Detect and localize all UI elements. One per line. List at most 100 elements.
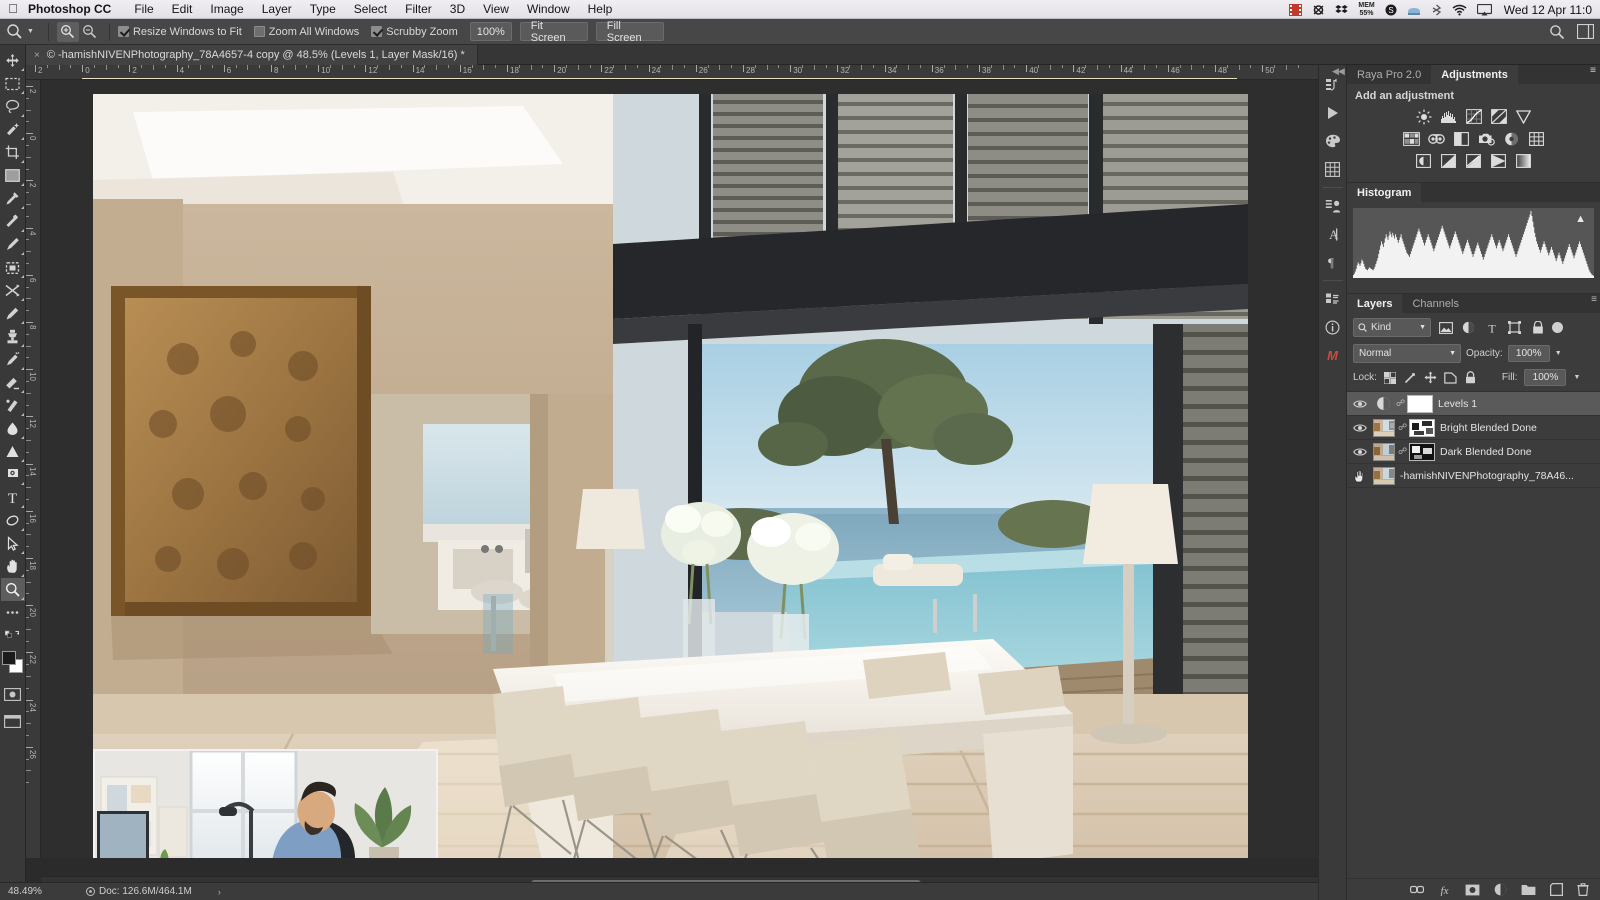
app-icon[interactable] (1312, 4, 1325, 16)
opacity-field[interactable]: 100% (1507, 345, 1550, 362)
menu-window[interactable]: Window (518, 0, 579, 19)
dropbox-icon[interactable] (1335, 4, 1348, 16)
filter-smart-object-icon[interactable] (1529, 319, 1546, 336)
airplay-icon[interactable] (1476, 3, 1492, 16)
menu-bar-clock[interactable]: Wed 12 Apr 11:0 (1502, 3, 1596, 17)
menu-edit[interactable]: Edit (163, 0, 202, 19)
scrubby-zoom-option[interactable]: Scrubby Zoom (371, 26, 458, 38)
apple-menu-icon[interactable]:  (0, 2, 26, 17)
layer-name[interactable]: Dark Blended Done (1440, 446, 1532, 458)
canvas-area[interactable] (41, 80, 1318, 858)
channel-mixer-icon[interactable] (1502, 130, 1521, 147)
crop-tool[interactable] (1, 141, 25, 164)
color-balance-icon[interactable] (1427, 130, 1446, 147)
new-adjustment-layer-icon[interactable] (1494, 883, 1507, 896)
opacity-stepper-icon[interactable]: ▼ (1555, 350, 1562, 357)
fit-screen-button[interactable]: Fit Screen (519, 20, 588, 44)
new-layer-icon[interactable] (1550, 883, 1563, 896)
gradient-map-icon[interactable] (1514, 152, 1533, 169)
photo-filter-icon[interactable] (1477, 130, 1496, 147)
foreground-color-swatch[interactable] (1, 651, 16, 665)
gradient-tool[interactable] (1, 394, 25, 417)
resize-windows-checkbox[interactable] (117, 26, 129, 37)
zoom-in-button[interactable] (56, 21, 79, 42)
chevron-down-icon[interactable]: ▼ (1419, 324, 1426, 331)
menu-type[interactable]: Type (301, 0, 345, 19)
eraser-tool[interactable] (1, 371, 25, 394)
close-icon[interactable]: × (34, 50, 40, 61)
filter-type-icon[interactable]: T (1483, 319, 1500, 336)
menu-view[interactable]: View (474, 0, 518, 19)
lock-image-pixels-icon[interactable] (1404, 371, 1417, 384)
quick-mask-button[interactable] (1, 683, 25, 706)
zoom-tool[interactable] (0, 578, 25, 601)
curves-icon[interactable] (1464, 108, 1483, 125)
rectangular-marquee-tool[interactable] (1, 72, 25, 95)
chevron-down-icon[interactable]: ▼ (1449, 350, 1456, 357)
shuffle-tool[interactable] (1, 279, 25, 302)
vibrance-icon[interactable] (1514, 108, 1533, 125)
table-row[interactable]: ☍ Dark Blended Done (1347, 440, 1600, 464)
add-layer-style-icon[interactable]: fx (1438, 883, 1451, 896)
filter-enable-toggle[interactable] (1552, 322, 1563, 333)
zoom-100-button[interactable]: 100% (469, 22, 512, 41)
layer-thumbnails[interactable]: ☍ (1373, 418, 1435, 437)
lock-transparent-pixels-icon[interactable] (1384, 371, 1397, 384)
menu-app-name[interactable]: Photoshop CC (26, 0, 125, 19)
horizontal-ruler[interactable]: 2 0 2 4 6 8 10 12 14 16 18 20 22 24 26 28 30 32 34 36 38 40 42… (26, 65, 1318, 80)
table-row[interactable]: ☍ Levels 1 (1347, 392, 1600, 416)
layer-visibility-toggle[interactable] (1352, 399, 1368, 409)
paintbrush-tool[interactable] (1, 302, 25, 325)
layer-mask-thumbnail[interactable] (1409, 442, 1435, 461)
type-tool[interactable]: T (1, 486, 25, 509)
spot-healing-brush-tool[interactable] (1, 210, 25, 233)
info-panel-icon[interactable] (1320, 313, 1346, 341)
pen-tool[interactable] (1, 463, 25, 486)
document-image[interactable] (93, 94, 1248, 858)
move-tool[interactable] (1, 49, 25, 72)
character-panel-icon[interactable]: A (1320, 220, 1346, 248)
histogram-menu-icon[interactable]: ≡ (1590, 66, 1596, 76)
film-strip-icon[interactable] (1289, 3, 1303, 16)
lock-all-icon[interactable] (1464, 371, 1477, 384)
layer-thumbnails[interactable]: ☍ (1373, 442, 1435, 461)
threshold-icon[interactable] (1464, 152, 1483, 169)
zoom-out-button[interactable] (79, 22, 101, 42)
layer-name[interactable]: Bright Blended Done (1440, 422, 1537, 434)
posterize-icon[interactable] (1439, 152, 1458, 169)
lasso-tool[interactable] (1, 95, 25, 118)
fill-stepper-icon[interactable]: ▼ (1573, 374, 1580, 381)
inset-preview-image[interactable] (93, 749, 438, 858)
menu-layer[interactable]: Layer (253, 0, 301, 19)
status-expand-arrow[interactable]: › (218, 887, 221, 897)
layer-mask-thumbnail[interactable] (1407, 394, 1433, 413)
measurement-log-icon[interactable]: M (1320, 341, 1346, 369)
layer-thumbnail[interactable] (1373, 466, 1395, 485)
menu-file[interactable]: File (125, 0, 162, 19)
scrubby-zoom-checkbox[interactable] (371, 26, 383, 37)
layer-visibility-toggle[interactable] (1352, 447, 1368, 457)
brightness-contrast-icon[interactable] (1414, 108, 1433, 125)
direct-selection-tool[interactable] (1, 532, 25, 555)
history-brush-tool[interactable] (1, 348, 25, 371)
panel-collapse-grip[interactable]: ◀◀ (1332, 66, 1345, 77)
fill-screen-button[interactable]: Fill Screen (595, 20, 664, 44)
backup-icon[interactable] (1407, 4, 1421, 16)
tab-adjustments[interactable]: Adjustments (1431, 65, 1518, 84)
tab-histogram[interactable]: Histogram (1347, 183, 1422, 202)
tab-raya-pro[interactable]: Raya Pro 2.0 (1347, 65, 1432, 84)
document-tab[interactable]: × © -hamishNIVENPhotography_78A4657-4 co… (26, 45, 478, 65)
paragraph-panel-icon[interactable]: ¶ (1320, 248, 1346, 276)
layer-comps-icon[interactable] (1320, 285, 1346, 313)
zoom-all-windows-checkbox[interactable] (253, 26, 265, 37)
quick-selection-tool[interactable] (1, 118, 25, 141)
new-group-icon[interactable] (1521, 884, 1536, 896)
current-tool-preset[interactable]: ▼ (6, 23, 40, 40)
menu-help[interactable]: Help (579, 0, 622, 19)
hue-saturation-icon[interactable] (1402, 130, 1421, 147)
frame-tool[interactable] (1, 164, 25, 187)
mask-link-icon[interactable]: ☍ (1398, 422, 1407, 433)
hand-tool[interactable] (1, 555, 25, 578)
menu-filter[interactable]: Filter (396, 0, 441, 19)
brush-tool[interactable] (1, 233, 25, 256)
